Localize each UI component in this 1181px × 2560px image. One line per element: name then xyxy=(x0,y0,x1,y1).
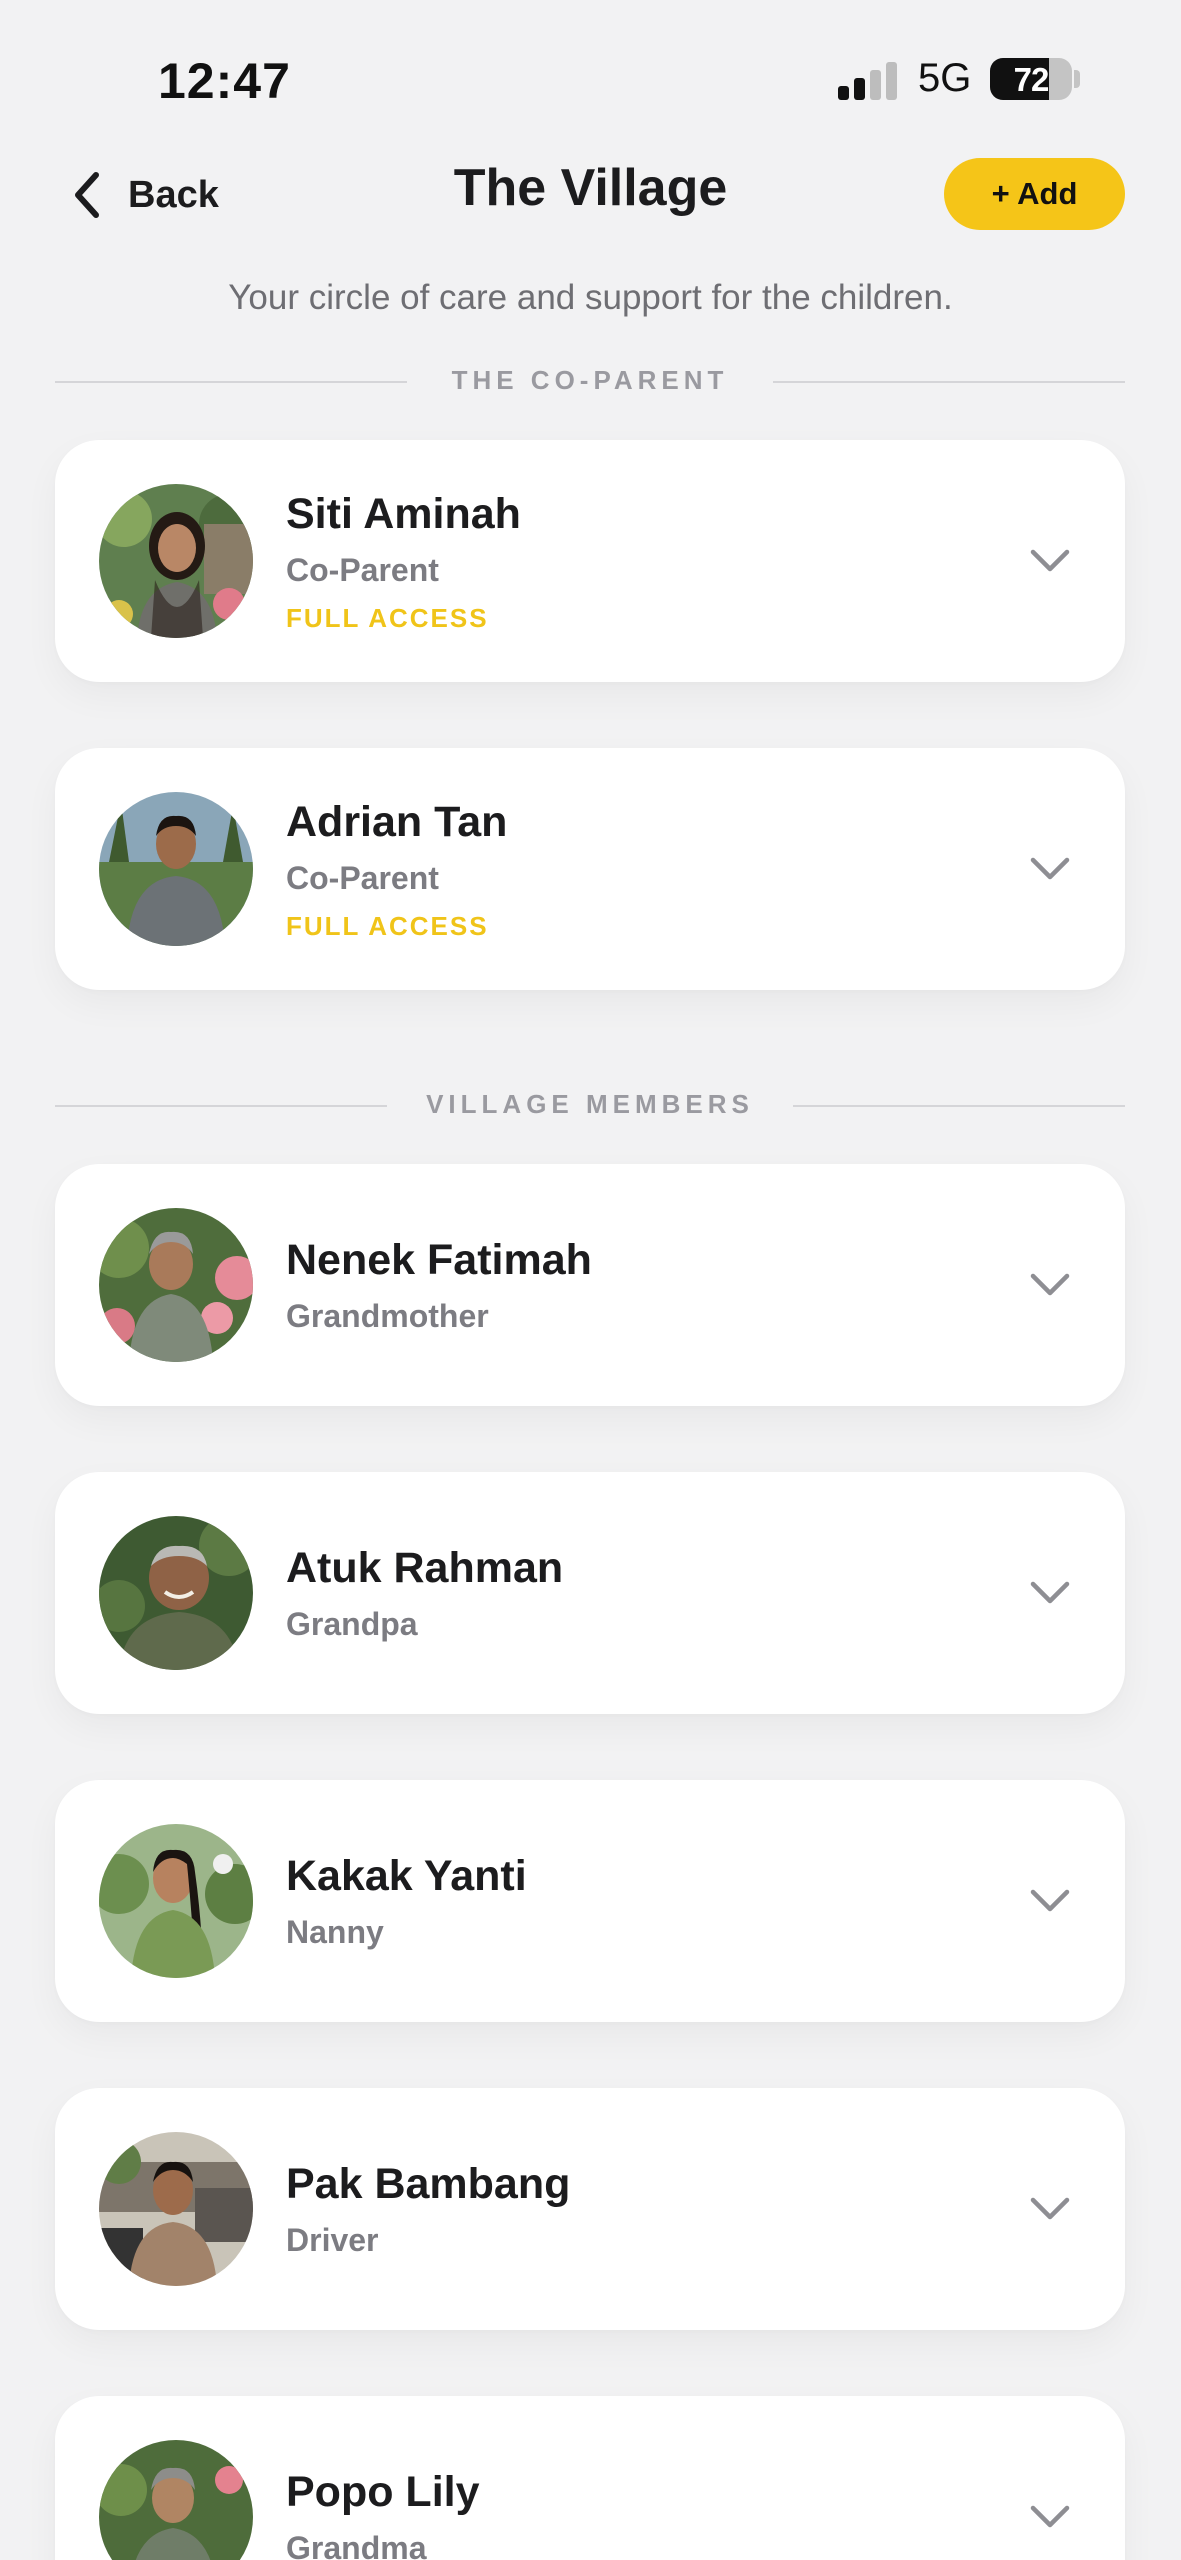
network-type: 5G xyxy=(918,56,972,100)
avatar xyxy=(99,484,253,638)
member-card-kakak-yanti[interactable]: Kakak Yanti Nanny xyxy=(55,1780,1125,2022)
chevron-down-icon xyxy=(1030,1581,1070,1604)
member-name: Popo Lily xyxy=(286,2468,480,2516)
add-member-button[interactable]: + Add xyxy=(944,158,1125,230)
avatar xyxy=(99,1208,253,1362)
member-name: Kakak Yanti xyxy=(286,1852,527,1900)
section-header-village-members: VILLAGE MEMBERS xyxy=(55,1085,1125,1125)
expand-chevron[interactable] xyxy=(1029,852,1071,886)
chevron-down-icon xyxy=(1030,2197,1070,2220)
member-card-siti-aminah[interactable]: Siti Aminah Co-Parent FULL ACCESS xyxy=(55,440,1125,682)
avatar xyxy=(99,2132,253,2286)
member-card-adrian-tan[interactable]: Adrian Tan Co-Parent FULL ACCESS xyxy=(55,748,1125,990)
member-card-pak-bambang[interactable]: Pak Bambang Driver xyxy=(55,2088,1125,2330)
village-screen: 12:47 5G 72 Back The Village + Add Your … xyxy=(0,0,1181,2560)
expand-chevron[interactable] xyxy=(1029,544,1071,578)
divider-line xyxy=(793,1105,1125,1107)
member-role: Grandma xyxy=(286,2530,427,2560)
expand-chevron[interactable] xyxy=(1029,1576,1071,1610)
member-role: Grandmother xyxy=(286,1298,489,1334)
cellular-signal-icon xyxy=(838,60,900,100)
expand-chevron[interactable] xyxy=(1029,2192,1071,2226)
status-bar: 12:47 5G 72 xyxy=(0,0,1181,150)
member-role: Nanny xyxy=(286,1914,384,1950)
member-name: Pak Bambang xyxy=(286,2160,571,2208)
avatar xyxy=(99,792,253,946)
avatar xyxy=(99,1824,253,1978)
battery-level: 72 xyxy=(1013,61,1050,98)
member-role: Co-Parent xyxy=(286,552,439,588)
member-role: Co-Parent xyxy=(286,860,439,896)
divider-line xyxy=(773,381,1125,383)
battery-tip xyxy=(1074,70,1080,88)
member-name: Nenek Fatimah xyxy=(286,1236,592,1284)
access-badge: FULL ACCESS xyxy=(286,911,489,941)
chevron-down-icon xyxy=(1030,549,1070,572)
member-card-atuk-rahman[interactable]: Atuk Rahman Grandpa xyxy=(55,1472,1125,1714)
avatar xyxy=(99,2440,253,2560)
chevron-down-icon xyxy=(1030,1889,1070,1912)
expand-chevron[interactable] xyxy=(1029,1268,1071,1302)
page-subtitle: Your circle of care and support for the … xyxy=(228,278,953,317)
member-role: Grandpa xyxy=(286,1606,418,1642)
status-time: 12:47 xyxy=(158,53,291,109)
member-name: Siti Aminah xyxy=(286,490,521,538)
section-header-co-parent: THE CO-PARENT xyxy=(55,361,1125,401)
chevron-down-icon xyxy=(1030,857,1070,880)
chevron-down-icon xyxy=(1030,2505,1070,2528)
member-role: Driver xyxy=(286,2222,379,2258)
member-name: Adrian Tan xyxy=(286,798,508,846)
member-card-nenek-fatimah[interactable]: Nenek Fatimah Grandmother xyxy=(55,1164,1125,1406)
member-name: Atuk Rahman xyxy=(286,1544,564,1592)
expand-chevron[interactable] xyxy=(1029,1884,1071,1918)
member-card-popo-lily[interactable]: Popo Lily Grandma xyxy=(55,2396,1125,2560)
avatar xyxy=(99,1516,253,1670)
chevron-down-icon xyxy=(1030,1273,1070,1296)
access-badge: FULL ACCESS xyxy=(286,603,489,633)
expand-chevron[interactable] xyxy=(1029,2500,1071,2534)
battery-icon: 72 xyxy=(990,58,1072,100)
